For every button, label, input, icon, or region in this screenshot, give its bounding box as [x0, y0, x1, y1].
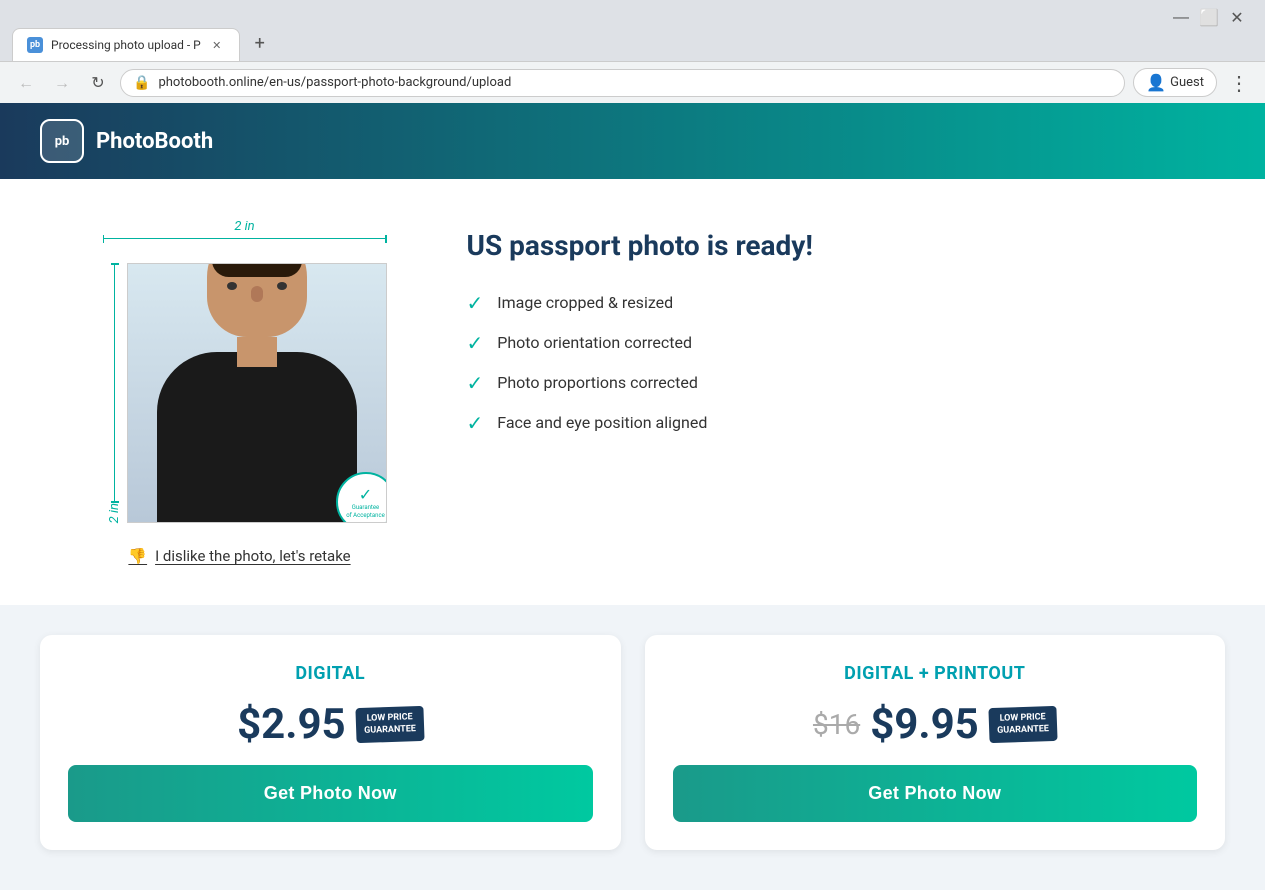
- top-dimension-line: [103, 238, 387, 239]
- get-photo-printout-button[interactable]: Get Photo Now: [673, 765, 1198, 822]
- page-content: pb PhotoBooth 2 in 2 in: [0, 103, 1265, 890]
- checklist-label-1: Image cropped & resized: [497, 293, 673, 312]
- digital-printout-price-row: $16 $9.95 LOW PRICE GUARANTEE: [813, 700, 1057, 749]
- digital-printout-low-price-badge: LOW PRICE GUARANTEE: [988, 706, 1057, 744]
- tab-title: Processing photo upload - P: [51, 38, 201, 52]
- profile-button[interactable]: 👤 Guest: [1133, 68, 1217, 97]
- digital-printout-price-old: $16: [813, 708, 860, 741]
- person-neck: [237, 337, 277, 367]
- passport-photo: ✓ Guarantee of Acceptance: [127, 263, 387, 523]
- side-dimension-label: 2 in: [107, 503, 122, 523]
- check-icon-1: ✓: [467, 291, 484, 315]
- pricing-section: DIGITAL $2.95 LOW PRICE GUARANTEE Get Ph…: [0, 605, 1265, 890]
- forward-button[interactable]: →: [48, 69, 76, 97]
- digital-printout-card-title: DIGITAL + PRINTOUT: [844, 663, 1025, 684]
- address-text: photobooth.online/en-us/passport-photo-b…: [158, 75, 511, 90]
- digital-printout-price: $9.95: [870, 700, 979, 749]
- tab-favicon: pb: [27, 37, 43, 53]
- thumbs-down-icon: 👎: [128, 547, 147, 565]
- guarantee-top-text: Guarantee: [352, 504, 379, 511]
- logo-icon: pb: [40, 119, 84, 163]
- close-button[interactable]: ✕: [1229, 10, 1245, 26]
- top-dimension: 2 in: [103, 219, 387, 239]
- digital-price: $2.95: [237, 700, 346, 749]
- badge-line2-printout: GUARANTEE: [997, 724, 1049, 737]
- side-dimension-line: [114, 263, 116, 503]
- digital-low-price-badge: LOW PRICE GUARANTEE: [355, 706, 424, 744]
- site-header: pb PhotoBooth: [0, 103, 1265, 179]
- person-head: [207, 263, 307, 337]
- side-dimension: 2 in: [103, 263, 127, 523]
- person-nose: [251, 286, 263, 302]
- retake-label: I dislike the photo, let's retake: [155, 547, 351, 565]
- minimize-button[interactable]: —: [1173, 10, 1189, 26]
- logo-text: PhotoBooth: [96, 129, 213, 154]
- digital-price-row: $2.95 LOW PRICE GUARANTEE: [237, 700, 423, 749]
- check-icon-4: ✓: [467, 411, 484, 435]
- pricing-cards: DIGITAL $2.95 LOW PRICE GUARANTEE Get Ph…: [40, 635, 1225, 850]
- info-section: US passport photo is ready! ✓ Image crop…: [467, 219, 1193, 435]
- back-button[interactable]: ←: [12, 69, 40, 97]
- guarantee-check-icon: ✓: [359, 485, 372, 504]
- check-icon-3: ✓: [467, 371, 484, 395]
- ready-title: US passport photo is ready!: [467, 229, 1193, 263]
- person-eye-right: [277, 282, 287, 290]
- profile-icon: 👤: [1146, 73, 1166, 92]
- new-tab-button[interactable]: +: [246, 29, 274, 57]
- logo-container: pb PhotoBooth: [40, 119, 213, 163]
- badge-line2-digital: GUARANTEE: [364, 724, 416, 737]
- person-eye-left: [227, 282, 237, 290]
- checklist-item-3: ✓ Photo proportions corrected: [467, 371, 1193, 395]
- main-content: 2 in 2 in: [33, 179, 1233, 605]
- digital-printout-card: DIGITAL + PRINTOUT $16 $9.95 LOW PRICE G…: [645, 635, 1226, 850]
- maximize-button[interactable]: ⬜: [1201, 10, 1217, 26]
- check-icon-2: ✓: [467, 331, 484, 355]
- top-dimension-label: 2 in: [234, 219, 254, 234]
- active-tab[interactable]: pb Processing photo upload - P ✕: [12, 28, 240, 61]
- get-photo-digital-button[interactable]: Get Photo Now: [68, 765, 593, 822]
- photo-section: 2 in 2 in: [73, 219, 407, 565]
- checklist-label-2: Photo orientation corrected: [497, 333, 692, 352]
- address-security-icon: 🔒: [133, 75, 150, 91]
- checklist-label-3: Photo proportions corrected: [497, 373, 698, 392]
- browser-toolbar: ← → ↻ 🔒 photobooth.online/en-us/passport…: [0, 61, 1265, 103]
- photo-with-side: 2 in: [103, 263, 387, 523]
- checklist-item-1: ✓ Image cropped & resized: [467, 291, 1193, 315]
- browser-tab-bar: — ⬜ ✕ pb Processing photo upload - P ✕ +: [0, 0, 1265, 61]
- checklist-item-2: ✓ Photo orientation corrected: [467, 331, 1193, 355]
- person-hair: [212, 263, 302, 277]
- refresh-button[interactable]: ↻: [84, 69, 112, 97]
- photo-frame-container: 2 in 2 in: [73, 219, 407, 523]
- profile-label: Guest: [1170, 75, 1204, 90]
- tab-close-button[interactable]: ✕: [209, 37, 225, 53]
- checklist-item-4: ✓ Face and eye position aligned: [467, 411, 1193, 435]
- person-body: [157, 352, 357, 522]
- retake-link[interactable]: 👎 I dislike the photo, let's retake: [128, 547, 350, 565]
- digital-card-title: DIGITAL: [295, 663, 365, 684]
- checklist: ✓ Image cropped & resized ✓ Photo orient…: [467, 291, 1193, 435]
- address-bar[interactable]: 🔒 photobooth.online/en-us/passport-photo…: [120, 69, 1125, 97]
- browser-frame: — ⬜ ✕ pb Processing photo upload - P ✕ +…: [0, 0, 1265, 103]
- digital-card: DIGITAL $2.95 LOW PRICE GUARANTEE Get Ph…: [40, 635, 621, 850]
- guarantee-bottom-text: of Acceptance: [346, 512, 385, 519]
- checklist-label-4: Face and eye position aligned: [497, 413, 707, 432]
- browser-menu-button[interactable]: ⋮: [1225, 71, 1253, 95]
